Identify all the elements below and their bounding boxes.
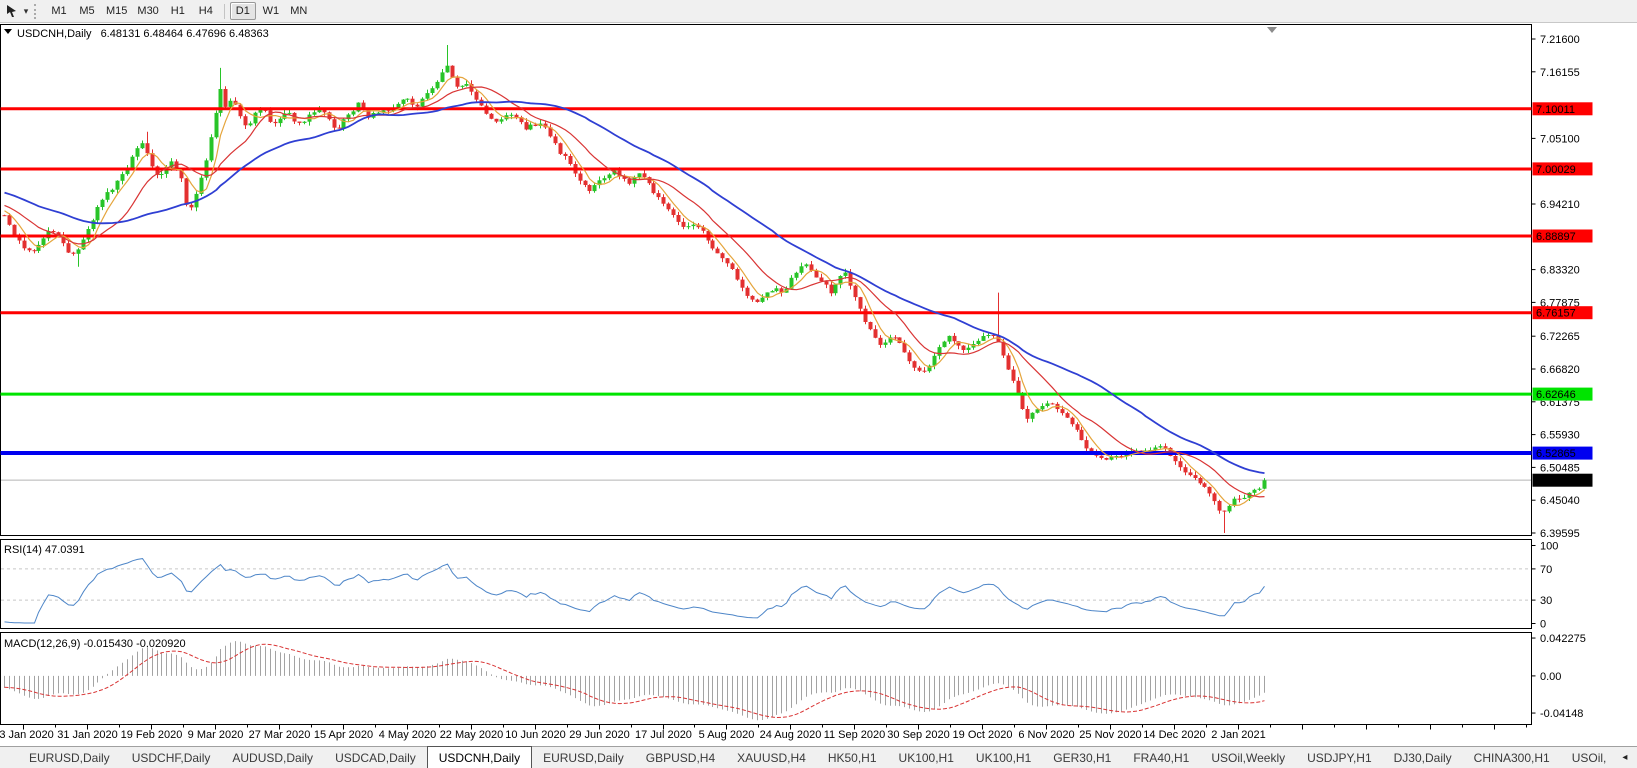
svg-text:7.16155: 7.16155 xyxy=(1540,67,1580,79)
svg-text:27 Mar 2020: 27 Mar 2020 xyxy=(249,729,311,741)
rsi-label: RSI(14) 47.0391 xyxy=(4,544,85,556)
svg-text:6 Nov 2020: 6 Nov 2020 xyxy=(1018,729,1074,741)
tab-usdcad-daily[interactable]: USDCAD,Daily xyxy=(324,747,427,768)
svg-text:7.05100: 7.05100 xyxy=(1540,133,1580,145)
tab-eurusd-daily[interactable]: EURUSD,Daily xyxy=(18,747,121,768)
timeframe-button-H4[interactable]: H4 xyxy=(193,2,219,20)
svg-text:6.66820: 6.66820 xyxy=(1540,364,1580,376)
tab-fra40-h1[interactable]: FRA40,H1 xyxy=(1122,747,1200,768)
svg-text:31 Jan 2020: 31 Jan 2020 xyxy=(57,729,118,741)
svg-text:19 Oct 2020: 19 Oct 2020 xyxy=(953,729,1013,741)
cursor-icon xyxy=(7,5,16,17)
svg-text:6.62646: 6.62646 xyxy=(1536,389,1576,401)
svg-text:6.50485: 6.50485 xyxy=(1540,462,1580,474)
svg-text:11 Sep 2020: 11 Sep 2020 xyxy=(824,729,886,741)
timeframe-button-W1[interactable]: W1 xyxy=(258,2,284,20)
toolbar-separator xyxy=(223,3,225,19)
svg-text:9 Mar 2020: 9 Mar 2020 xyxy=(188,729,244,741)
svg-text:6.94210: 6.94210 xyxy=(1540,199,1580,211)
svg-text:30 Sep 2020: 30 Sep 2020 xyxy=(887,729,949,741)
svg-text:0.042275: 0.042275 xyxy=(1540,633,1586,645)
svg-text:13 Jan 2020: 13 Jan 2020 xyxy=(0,729,54,741)
timeframe-button-H1[interactable]: H1 xyxy=(165,2,191,20)
tab-dj30-daily[interactable]: DJ30,Daily xyxy=(1383,747,1463,768)
tab-usdjpy-h1[interactable]: USDJPY,H1 xyxy=(1296,747,1382,768)
svg-text:6.72265: 6.72265 xyxy=(1540,331,1580,343)
tab-gbpusd-h4[interactable]: GBPUSD,H4 xyxy=(635,747,726,768)
tab-uk100-h1[interactable]: UK100,H1 xyxy=(965,747,1042,768)
chart-tool-icon[interactable] xyxy=(3,2,21,20)
chart-title-symbol: USDCNH,Daily xyxy=(17,28,92,40)
tab-scroll-left-icon[interactable]: ◂ xyxy=(1617,752,1632,763)
tab-usdcnh-daily[interactable]: USDCNH,Daily xyxy=(426,746,533,768)
timeframe-button-MN[interactable]: MN xyxy=(286,2,312,20)
tab-scroll-right-icon[interactable]: ▸ xyxy=(1632,752,1637,763)
svg-text:6.88897: 6.88897 xyxy=(1536,231,1576,243)
tab-usoil-[interactable]: USOil, xyxy=(1561,747,1618,768)
tab-uk100-h1[interactable]: UK100,H1 xyxy=(888,747,965,768)
svg-text:4 May 2020: 4 May 2020 xyxy=(379,729,436,741)
macd-label: MACD(12,26,9) -0.015430 -0.020920 xyxy=(4,638,186,650)
svg-text:70: 70 xyxy=(1540,564,1552,576)
tab-xauusd-h4[interactable]: XAUUSD,H4 xyxy=(726,747,817,768)
mt4-window: ▾ M1 M5 M15 M30 H1 H4 D1 W1 MN 7.21600 7.16155 7.0… xyxy=(0,0,1637,768)
svg-text:6.52865: 6.52865 xyxy=(1536,448,1576,460)
chart-title: USDCNH,Daily 6.48131 6.48464 6.47696 6.48… xyxy=(17,28,269,40)
tab-usdchf-daily[interactable]: USDCHF,Daily xyxy=(121,747,222,768)
tab-scroll-controls: ◂▸ xyxy=(1617,747,1637,768)
tab-usoil-weekly[interactable]: USOil,Weekly xyxy=(1200,747,1296,768)
timeframe-button-M30[interactable]: M30 xyxy=(133,2,162,20)
svg-text:6.83320: 6.83320 xyxy=(1540,265,1580,277)
svg-text:2 Jan 2021: 2 Jan 2021 xyxy=(1211,729,1265,741)
svg-text:0: 0 xyxy=(1540,619,1546,631)
svg-text:5 Aug 2020: 5 Aug 2020 xyxy=(699,729,755,741)
tab-china300-h1[interactable]: CHINA300,H1 xyxy=(1463,747,1561,768)
toolbar-dropdown-caret[interactable]: ▾ xyxy=(21,6,31,17)
chart-title-ohlc: 6.48131 6.48464 6.47696 6.48363 xyxy=(101,28,269,40)
timeframe-button-M5[interactable]: M5 xyxy=(74,2,100,20)
tab-ger30-h1[interactable]: GER30,H1 xyxy=(1042,747,1122,768)
svg-text:6.76157: 6.76157 xyxy=(1536,308,1576,320)
svg-text:6.45040: 6.45040 xyxy=(1540,495,1580,507)
svg-text:25 Nov 2020: 25 Nov 2020 xyxy=(1079,729,1141,741)
rsi-pane[interactable] xyxy=(0,539,1532,629)
svg-text:6.39595: 6.39595 xyxy=(1540,528,1580,540)
chart-canvas[interactable]: 7.216007.161557.051006.942106.833206.778… xyxy=(0,24,1637,746)
svg-text:22 May 2020: 22 May 2020 xyxy=(440,729,504,741)
timeframe-button-D1[interactable]: D1 xyxy=(229,2,256,20)
symbol-tabbar: EURUSD,Daily USDCHF,Daily AUDUSD,Daily USDC… xyxy=(0,746,1637,768)
svg-text:6.48363: 6.48363 xyxy=(1536,475,1576,487)
svg-text:29 Jun 2020: 29 Jun 2020 xyxy=(569,729,630,741)
tab-eurusd-daily[interactable]: EURUSD,Daily xyxy=(532,747,635,768)
svg-text:17 Jul 2020: 17 Jul 2020 xyxy=(635,729,692,741)
timeframe-button-M15[interactable]: M15 xyxy=(102,2,131,20)
tab-audusd-daily[interactable]: AUDUSD,Daily xyxy=(221,747,324,768)
svg-text:24 Aug 2020: 24 Aug 2020 xyxy=(760,729,822,741)
svg-text:19 Feb 2020: 19 Feb 2020 xyxy=(121,729,183,741)
svg-text:6.55930: 6.55930 xyxy=(1540,430,1580,442)
svg-text:7.00029: 7.00029 xyxy=(1536,164,1576,176)
svg-text:10 Jun 2020: 10 Jun 2020 xyxy=(505,729,566,741)
timeframe-toolbar: ▾ M1 M5 M15 M30 H1 H4 D1 W1 MN xyxy=(0,0,1637,23)
tab-hk50-h1[interactable]: HK50,H1 xyxy=(817,747,888,768)
svg-text:0.00: 0.00 xyxy=(1540,671,1561,683)
timeframe-button-M1[interactable]: M1 xyxy=(46,2,72,20)
pane-backgrounds[interactable] xyxy=(0,24,1532,725)
svg-text:100: 100 xyxy=(1540,541,1558,553)
svg-text:30: 30 xyxy=(1540,595,1552,607)
svg-text:-0.04148: -0.04148 xyxy=(1540,708,1583,720)
svg-text:7.21600: 7.21600 xyxy=(1540,34,1580,46)
svg-text:14 Dec 2020: 14 Dec 2020 xyxy=(1143,729,1205,741)
toolbar-grip[interactable] xyxy=(34,3,39,19)
svg-text:7.10011: 7.10011 xyxy=(1536,104,1575,116)
svg-text:15 Apr 2020: 15 Apr 2020 xyxy=(314,729,373,741)
